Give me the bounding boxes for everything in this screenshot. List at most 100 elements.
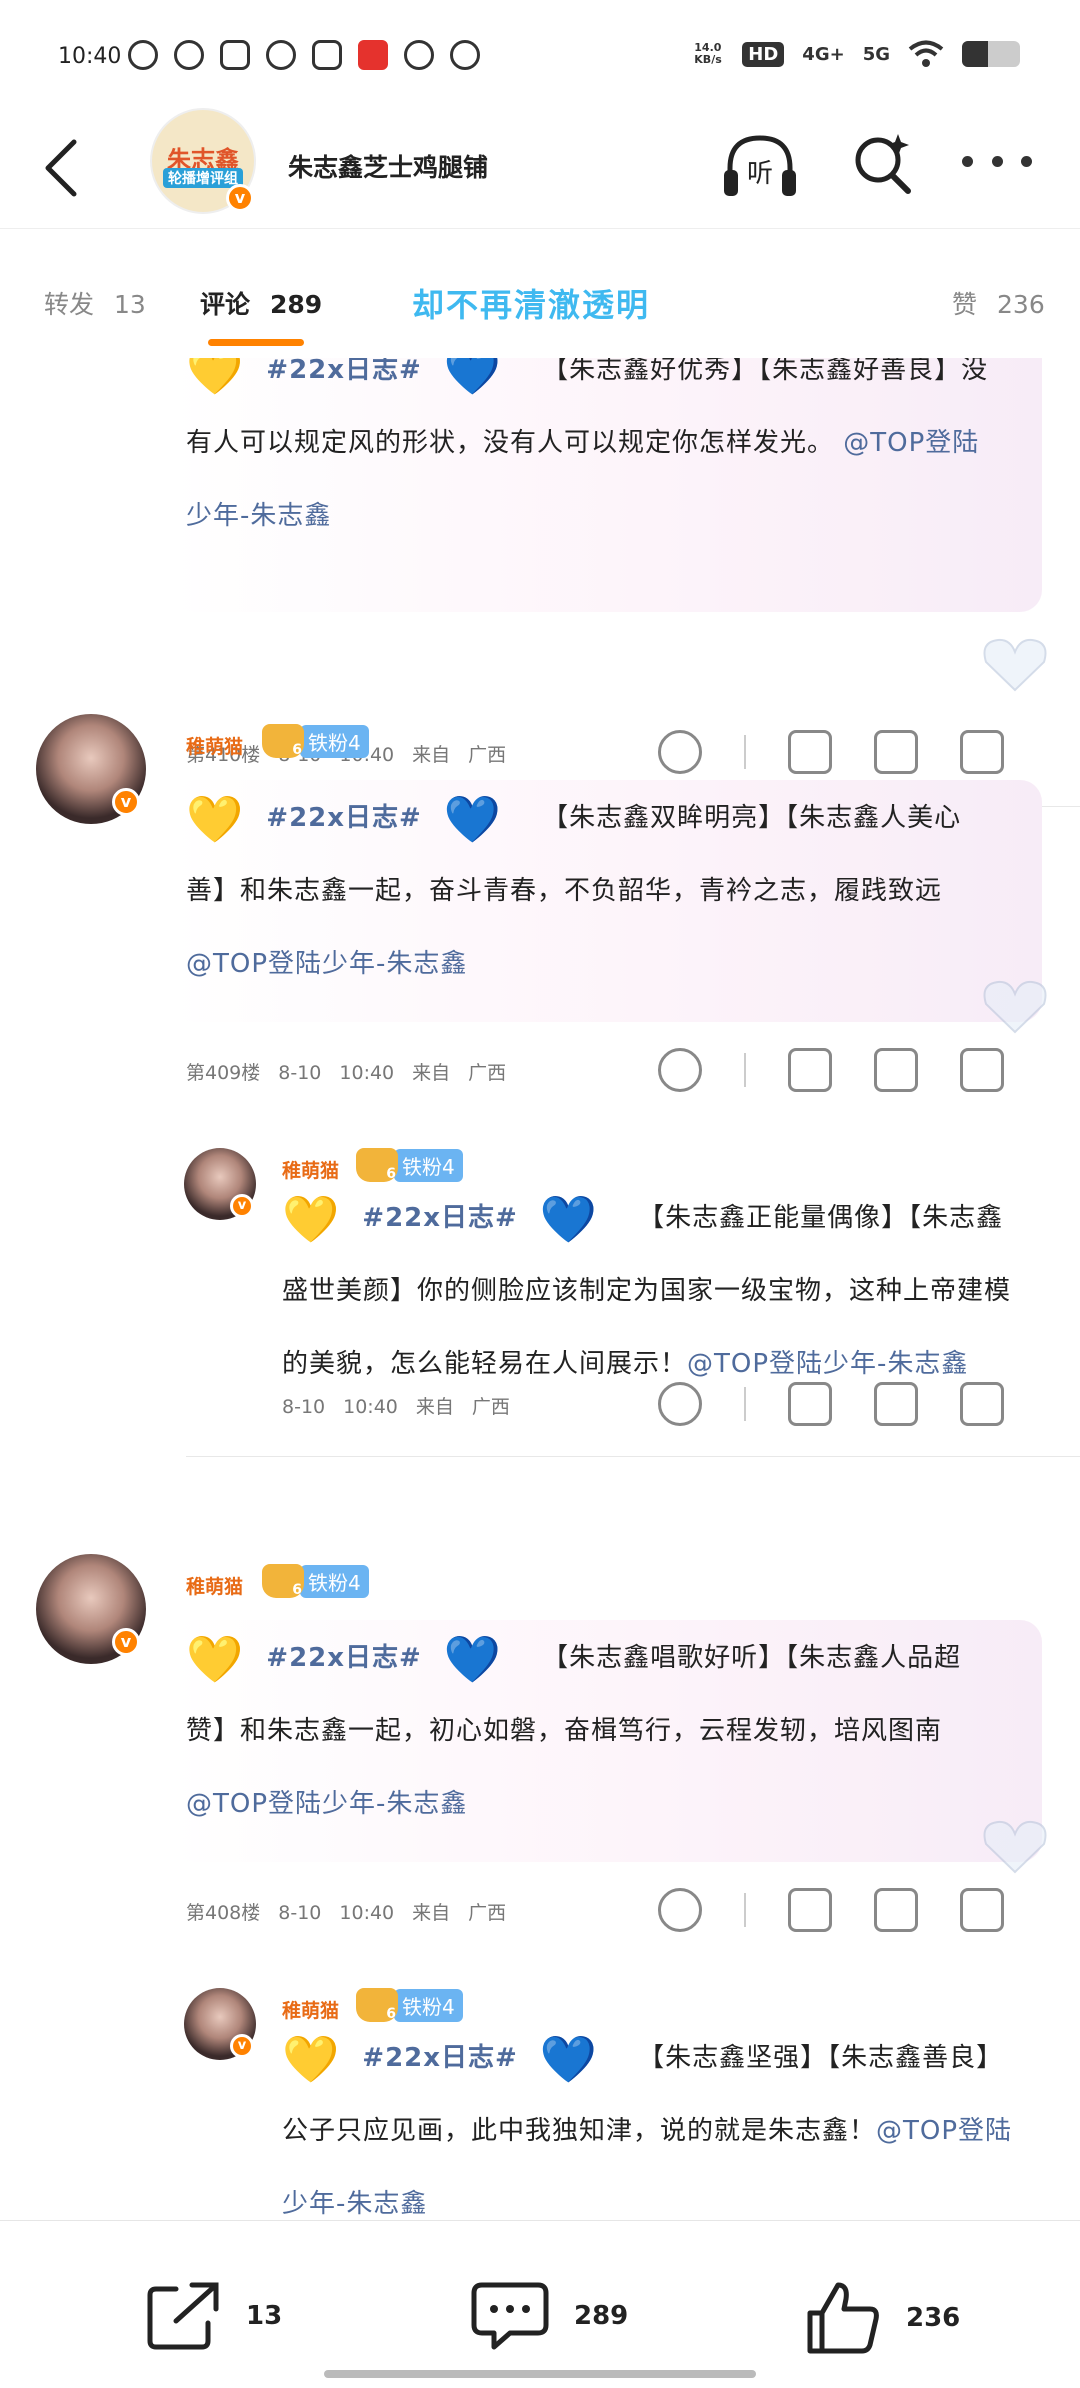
comment-location: 广西 bbox=[468, 1062, 507, 1084]
tab-likes-label: 赞 bbox=[952, 290, 978, 319]
like-icon[interactable] bbox=[960, 1048, 1004, 1092]
yellow-heart-icon: 💛 bbox=[186, 791, 245, 846]
app-notification-icon bbox=[128, 40, 158, 70]
comment-text[interactable]: 💛 #22x日志# 💙 【朱志鑫唱歌好听】【朱志鑫人品超 赞】和朱志鑫一起，初心如磐，… bbox=[186, 1622, 1016, 1841]
dislike-icon[interactable] bbox=[658, 1382, 702, 1426]
mention-link[interactable]: @TOP登陆 bbox=[843, 428, 979, 458]
weibo-icon bbox=[174, 40, 204, 70]
sticker-heart-icon bbox=[983, 638, 1047, 692]
floor-number: 第409楼 bbox=[186, 1062, 261, 1084]
comment-line-2: 善】和朱志鑫一起，奋斗青春，不负韶华，青衿之志，履践致远 bbox=[186, 876, 943, 906]
commenter-name[interactable]: 稚萌猫 bbox=[186, 732, 243, 759]
mention-link[interactable]: @TOP登陆 bbox=[876, 2116, 1012, 2146]
tab-comments[interactable]: 评论 289 bbox=[200, 285, 322, 321]
comment-time: 10:40 bbox=[343, 1396, 398, 1418]
search-icon[interactable] bbox=[850, 130, 914, 196]
comment-count: 289 bbox=[574, 2301, 629, 2331]
comment-feed[interactable]: v 💛 #22x日志# 💙 【朱志鑫好优秀】【朱志鑫好善良】没 有人可以规定风的形状，… bbox=[0, 358, 1080, 2220]
share-icon[interactable] bbox=[788, 1382, 832, 1426]
share-icon[interactable] bbox=[788, 1888, 832, 1932]
dislike-icon[interactable] bbox=[658, 730, 702, 774]
bottom-action-bar: 13 289 236 bbox=[0, 2220, 1080, 2388]
svg-text:听: 听 bbox=[747, 159, 773, 189]
hashtag-link[interactable]: #22x日志# bbox=[266, 803, 422, 833]
like-button[interactable]: 236 bbox=[806, 2281, 960, 2355]
mention-link[interactable]: @TOP登陆少年-朱志鑫 bbox=[687, 1349, 968, 1379]
reply-icon[interactable] bbox=[874, 1888, 918, 1932]
comment-location: 广西 bbox=[468, 1902, 507, 1924]
comment-text[interactable]: 💛 #22x日志# 💙 【朱志鑫好优秀】【朱志鑫好善良】没 有人可以规定风的形状，没有… bbox=[186, 358, 1016, 553]
comment-line-2: 赞】和朱志鑫一起，初心如磐，奋楫笃行，云程发轫，培风图南 bbox=[186, 1716, 943, 1746]
account-title[interactable]: 朱志鑫芝士鸡腿铺 bbox=[288, 148, 488, 184]
divider bbox=[744, 1387, 746, 1421]
comment-from: 来自 bbox=[412, 1062, 451, 1084]
like-icon[interactable] bbox=[960, 1888, 1004, 1932]
comment-line-1: 【朱志鑫正能量偶像】【朱志鑫 bbox=[638, 1203, 1004, 1233]
app-red-icon bbox=[358, 40, 388, 70]
crown-icon: 6 bbox=[262, 724, 304, 758]
listen-icon[interactable]: 听 bbox=[720, 130, 800, 202]
hashtag-link[interactable]: #22x日志# bbox=[362, 1203, 518, 1233]
comment-line-2: 盛世美颜】你的侧脸应该制定为国家一级宝物，这种上帝建模 bbox=[282, 1276, 1012, 1306]
reply-icon[interactable] bbox=[874, 1048, 918, 1092]
overlay-caption: 却不再清澈透明 bbox=[412, 286, 651, 324]
yellow-heart-icon: 💛 bbox=[282, 1191, 341, 1246]
blue-heart-icon: 💙 bbox=[443, 791, 503, 846]
like-count: 236 bbox=[906, 2303, 961, 2333]
cloud-icon bbox=[450, 40, 480, 70]
home-indicator[interactable] bbox=[324, 2370, 756, 2378]
comment-location: 广西 bbox=[471, 1396, 510, 1418]
like-icon[interactable] bbox=[960, 1382, 1004, 1426]
mention-link-cont[interactable]: 少年-朱志鑫 bbox=[282, 2189, 427, 2219]
like-icon[interactable] bbox=[960, 730, 1004, 774]
yellow-heart-icon: 💛 bbox=[282, 2031, 341, 2086]
divider bbox=[186, 1456, 1080, 1457]
comment-date: 8-10 bbox=[278, 1062, 322, 1084]
verified-icon: v bbox=[226, 184, 254, 212]
share-icon[interactable] bbox=[788, 730, 832, 774]
comment-from: 来自 bbox=[412, 744, 451, 766]
reply-icon[interactable] bbox=[874, 730, 918, 774]
share-icon bbox=[147, 2282, 219, 2350]
comment-text[interactable]: 💛 #22x日志# 💙 【朱志鑫正能量偶像】【朱志鑫 盛世美颜】你的侧脸应该制定为国家… bbox=[282, 1182, 1062, 1401]
dislike-icon[interactable] bbox=[658, 1888, 702, 1932]
reply-icon[interactable] bbox=[874, 1382, 918, 1426]
tab-likes[interactable]: 赞 236 bbox=[952, 285, 1045, 321]
divider bbox=[744, 1893, 746, 1927]
crown-icon: 6 bbox=[262, 1564, 304, 1598]
comment-text[interactable]: 💛 #22x日志# 💙 【朱志鑫坚强】【朱志鑫善良】 公子只应见画，此中我独知津，说的… bbox=[282, 2022, 1062, 2220]
comment-date: 8-10 bbox=[282, 1396, 326, 1418]
back-arrow-icon[interactable] bbox=[40, 138, 84, 198]
comment-text[interactable]: 💛 #22x日志# 💙 【朱志鑫双眸明亮】【朱志鑫人美心 善】和朱志鑫一起，奋斗青春，… bbox=[186, 782, 1016, 1001]
comment-button[interactable]: 289 bbox=[470, 2281, 628, 2351]
fan-badge[interactable]: 6 铁粉4 bbox=[262, 1564, 369, 1598]
floor-number: 第408楼 bbox=[186, 1902, 261, 1924]
clock: 10:40 bbox=[58, 44, 122, 69]
dislike-icon[interactable] bbox=[658, 1048, 702, 1092]
fan-badge[interactable]: 6 铁粉4 bbox=[356, 1148, 463, 1182]
fan-badge[interactable]: 6 铁粉4 bbox=[262, 724, 369, 758]
comment-from: 来自 bbox=[412, 1902, 451, 1924]
hashtag-link[interactable]: #22x日志# bbox=[362, 2043, 518, 2073]
crown-icon: 6 bbox=[356, 1988, 398, 2022]
divider bbox=[744, 1053, 746, 1087]
more-options-icon[interactable] bbox=[962, 150, 1032, 172]
mention-link[interactable]: @TOP登陆少年-朱志鑫 bbox=[186, 949, 467, 979]
tab-repost[interactable]: 转发 13 bbox=[44, 285, 146, 321]
mention-link[interactable]: @TOP登陆少年-朱志鑫 bbox=[186, 1789, 467, 1819]
share-icon[interactable] bbox=[788, 1048, 832, 1092]
tab-comments-label: 评论 bbox=[200, 290, 251, 319]
mention-link-cont[interactable]: 少年-朱志鑫 bbox=[186, 501, 331, 531]
fan-badge[interactable]: 6 铁粉4 bbox=[356, 1988, 463, 2022]
hashtag-link[interactable]: #22x日志# bbox=[266, 358, 422, 385]
commenter-name[interactable]: 稚萌猫 bbox=[282, 1996, 339, 2023]
comment-time: 10:40 bbox=[339, 1062, 395, 1084]
comment-line-3: 的美貌，怎么能轻易在人间展示！ bbox=[282, 1349, 688, 1379]
commenter-name[interactable]: 稚萌猫 bbox=[186, 1572, 243, 1599]
wechat-icon bbox=[404, 40, 434, 70]
commenter-name[interactable]: 稚萌猫 bbox=[282, 1156, 339, 1183]
hashtag-link[interactable]: #22x日志# bbox=[266, 1643, 422, 1673]
active-tab-indicator bbox=[208, 339, 304, 346]
repost-button[interactable]: 13 bbox=[146, 2281, 282, 2351]
blue-heart-icon: 💙 bbox=[443, 1631, 503, 1686]
